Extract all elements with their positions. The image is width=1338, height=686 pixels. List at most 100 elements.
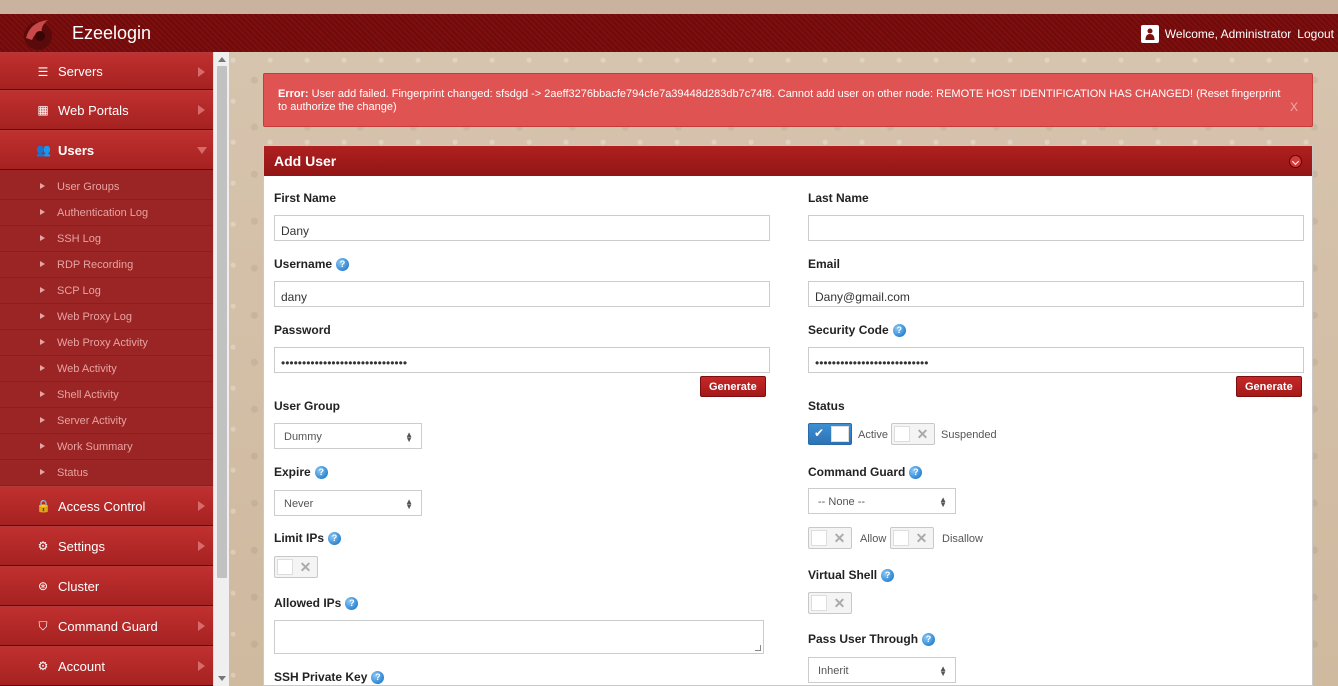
username-field[interactable] bbox=[274, 281, 770, 307]
sidebar-subitem-server-activity[interactable]: Server Activity bbox=[0, 408, 213, 434]
sidebar-item-access-control[interactable]: 🔒 Access Control bbox=[0, 486, 213, 526]
sidebar: ☰ Servers ▦ Web Portals 👥 Users User Gro… bbox=[0, 52, 213, 686]
sidebar-item-cluster[interactable]: ⊛ Cluster bbox=[0, 566, 213, 606]
help-icon[interactable]: ? bbox=[328, 531, 342, 545]
bullet-icon bbox=[40, 209, 45, 215]
settings-icon: ⚙ bbox=[37, 539, 49, 553]
sidebar-item-label: Cluster bbox=[58, 578, 100, 594]
first-name-field[interactable] bbox=[274, 215, 770, 241]
sidebar-subitem-web-proxy-log[interactable]: Web Proxy Log bbox=[0, 304, 213, 330]
sidebar-subitem-label: Authentication Log bbox=[57, 206, 149, 219]
expire-label: Expire? bbox=[274, 465, 328, 479]
help-icon[interactable]: ? bbox=[881, 568, 895, 582]
bullet-icon bbox=[40, 261, 45, 267]
account-icon: ⚙ bbox=[37, 659, 49, 673]
command-guard-value: -- None -- bbox=[818, 496, 866, 508]
expire-value: Never bbox=[284, 498, 314, 510]
command-guard-allow-toggle[interactable]: ✕ bbox=[808, 527, 852, 549]
sidebar-item-command-guard[interactable]: ⛉ Command Guard bbox=[0, 606, 213, 646]
status-active-toggle[interactable]: ✔ bbox=[808, 423, 852, 445]
sidebar-subitem-shell-activity[interactable]: Shell Activity bbox=[0, 382, 213, 408]
sidebar-subitem-ssh-log[interactable]: SSH Log bbox=[0, 226, 213, 252]
last-name-label: Last Name bbox=[808, 191, 869, 205]
sidebar-item-label: Settings bbox=[58, 538, 105, 554]
sidebar-subitem-label: User Groups bbox=[57, 180, 120, 193]
collapse-toggle-icon[interactable] bbox=[1289, 155, 1302, 168]
sidebar-subitem-user-groups[interactable]: User Groups bbox=[0, 174, 213, 200]
panel-title: Add User bbox=[274, 153, 337, 169]
sidebar-subitem-status[interactable]: Status bbox=[0, 460, 213, 486]
select-arrows-icon: ▲ ▼ bbox=[405, 497, 413, 511]
password-field[interactable] bbox=[274, 347, 770, 373]
username-label: Username? bbox=[274, 257, 350, 271]
scroll-thumb[interactable] bbox=[217, 66, 227, 578]
lock-icon: 🔒 bbox=[36, 499, 51, 513]
command-guard-label: Command Guard? bbox=[808, 465, 923, 479]
sidebar-item-account[interactable]: ⚙ Account bbox=[0, 646, 213, 686]
email-label: Email bbox=[808, 257, 841, 271]
sidebar-subitem-web-activity[interactable]: Web Activity bbox=[0, 356, 213, 382]
scroll-up-icon[interactable] bbox=[218, 57, 226, 62]
toggle-knob bbox=[894, 426, 910, 442]
virtual-shell-toggle[interactable]: ✕ bbox=[808, 592, 852, 614]
command-guard-disallow-toggle[interactable]: ✕ bbox=[890, 527, 934, 549]
user-group-select[interactable]: Dummy ▲ ▼ bbox=[274, 423, 422, 449]
bullet-icon bbox=[40, 287, 45, 293]
expire-select[interactable]: Never ▲ ▼ bbox=[274, 490, 422, 516]
welcome-text: Welcome, Administrator bbox=[1164, 27, 1292, 41]
sidebar-item-label: Web Portals bbox=[58, 102, 129, 118]
grid-icon: ▦ bbox=[37, 103, 49, 117]
sidebar-item-servers[interactable]: ☰ Servers bbox=[0, 52, 213, 90]
ezeelogin-logo-icon bbox=[24, 20, 52, 50]
toggle-knob bbox=[811, 530, 827, 546]
help-icon[interactable]: ? bbox=[336, 257, 350, 271]
sidebar-subitem-rdp-recording[interactable]: RDP Recording bbox=[0, 252, 213, 278]
close-icon[interactable]: X bbox=[1290, 101, 1298, 114]
bullet-icon bbox=[40, 417, 45, 423]
sidebar-item-users[interactable]: 👥 Users bbox=[0, 130, 213, 170]
command-guard-select[interactable]: -- None -- ▲ ▼ bbox=[808, 488, 956, 514]
allowed-ips-textarea[interactable] bbox=[274, 620, 764, 654]
first-name-label: First Name bbox=[274, 191, 337, 205]
sidebar-item-label: Account bbox=[58, 658, 105, 674]
virtual-shell-label: Virtual Shell? bbox=[808, 568, 895, 582]
help-icon[interactable]: ? bbox=[909, 465, 923, 479]
sidebar-item-settings[interactable]: ⚙ Settings bbox=[0, 526, 213, 566]
help-icon[interactable]: ? bbox=[371, 670, 385, 684]
sidebar-subitem-scp-log[interactable]: SCP Log bbox=[0, 278, 213, 304]
app-name[interactable]: Ezeelogin bbox=[72, 23, 151, 44]
sidebar-subitem-label: Shell Activity bbox=[57, 388, 119, 401]
help-icon[interactable]: ? bbox=[892, 323, 906, 337]
x-icon: ✕ bbox=[833, 530, 846, 546]
user-area: Welcome, Administrator Logout bbox=[1140, 25, 1334, 43]
last-name-field[interactable] bbox=[808, 215, 1304, 241]
sidebar-subitem-label: Status bbox=[57, 466, 89, 479]
sidebar-subitem-label: Web Activity bbox=[57, 362, 117, 375]
chevron-right-icon bbox=[198, 661, 205, 671]
bullet-icon bbox=[40, 443, 45, 449]
security-code-field[interactable] bbox=[808, 347, 1304, 373]
sidebar-item-web-portals[interactable]: ▦ Web Portals bbox=[0, 90, 213, 130]
logout-link[interactable]: Logout bbox=[1297, 27, 1334, 41]
email-field[interactable] bbox=[808, 281, 1304, 307]
sidebar-scrollbar[interactable] bbox=[213, 52, 229, 686]
scroll-down-icon[interactable] bbox=[218, 676, 226, 681]
sidebar-subitem-authentication-log[interactable]: Authentication Log bbox=[0, 200, 213, 226]
limit-ips-toggle[interactable]: ✕ bbox=[274, 556, 318, 578]
generate-security-code-button[interactable]: Generate bbox=[1236, 376, 1302, 397]
pass-user-through-select[interactable]: Inherit ▲ ▼ bbox=[808, 657, 956, 683]
generate-password-button[interactable]: Generate bbox=[700, 376, 766, 397]
help-icon[interactable]: ? bbox=[345, 596, 359, 610]
toggle-knob bbox=[811, 595, 827, 611]
bullet-icon bbox=[40, 235, 45, 241]
sidebar-subitem-work-summary[interactable]: Work Summary bbox=[0, 434, 213, 460]
toggle-knob bbox=[893, 530, 909, 546]
resize-grip-icon[interactable] bbox=[755, 645, 761, 651]
help-icon[interactable]: ? bbox=[314, 465, 328, 479]
sidebar-subitem-label: Web Proxy Log bbox=[57, 310, 133, 323]
sidebar-subitem-web-proxy-activity[interactable]: Web Proxy Activity bbox=[0, 330, 213, 356]
help-icon[interactable]: ? bbox=[922, 632, 936, 646]
x-icon: ✕ bbox=[915, 530, 928, 546]
user-avatar-icon[interactable] bbox=[1140, 25, 1159, 43]
status-suspended-toggle[interactable]: ✕ bbox=[891, 423, 935, 445]
